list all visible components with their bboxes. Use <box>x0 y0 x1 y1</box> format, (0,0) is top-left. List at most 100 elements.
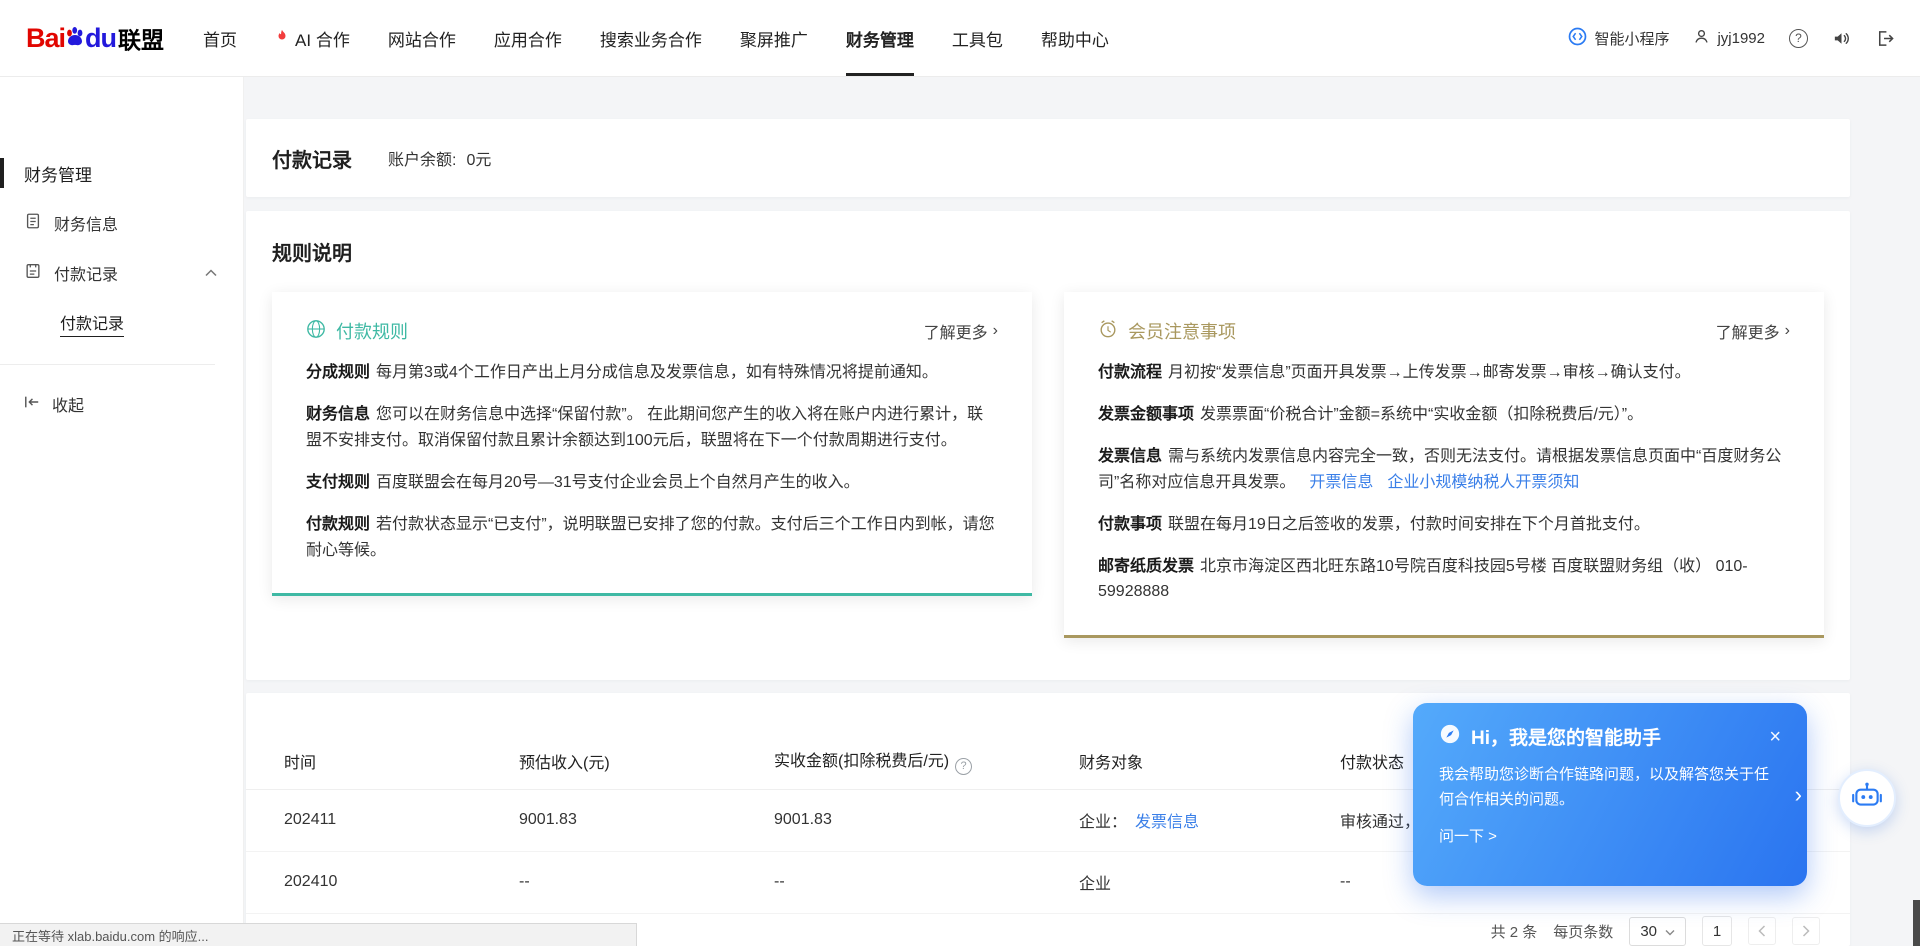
sidebar-subitem-payment-records[interactable]: 付款记录 <box>0 298 243 348</box>
member-notes-title: 会员注意事项 <box>1128 318 1236 344</box>
invoice-info-link[interactable]: 开票信息 <box>1309 474 1373 491</box>
nav-label: 应用合作 <box>494 26 562 51</box>
cell-time: 202410 <box>246 851 519 913</box>
rule-paragraph: 付款流程月初按“发票信息”页面开具发票→上传发票→邮寄发票→审核→确认支付。 <box>1098 360 1790 386</box>
username-label: jyj1992 <box>1717 30 1765 47</box>
sidebar-item-payment-records[interactable]: 付款记录 <box>0 248 243 298</box>
nav-label: 聚屏推广 <box>740 26 808 51</box>
nav-label: 财务管理 <box>846 26 914 51</box>
rule-head: 发票信息 <box>1098 448 1162 465</box>
sidebar-item-label: 财务信息 <box>54 211 118 235</box>
scrollbar-thumb[interactable] <box>1913 900 1920 946</box>
rule-text: 百度联盟会在每月20号—31号支付企业会员上个自然月产生的收入。 <box>376 474 860 491</box>
user-icon <box>1693 28 1710 49</box>
help-icon[interactable]: ? <box>1789 29 1808 48</box>
help-tooltip-icon[interactable]: ? <box>955 758 972 775</box>
mini-program-entry[interactable]: 智能小程序 <box>1568 27 1669 50</box>
logo-text-du: du <box>85 23 116 54</box>
per-page-select[interactable]: 30 <box>1629 917 1686 946</box>
cell-estimated: -- <box>519 851 774 913</box>
rule-text: 发票票面“价税合计”金额=系统中“实收金额（扣除税费后/元）”。 <box>1200 406 1643 423</box>
cell-received: -- <box>774 851 1079 913</box>
question-glyph: ? <box>1795 31 1802 45</box>
nav-item-search-cooperation[interactable]: 搜索业务合作 <box>581 0 721 76</box>
assistant-body-text: 我会帮助您诊断合作链路问题，以及解答您关于任何合作相关的问题。 <box>1439 763 1771 813</box>
rule-text: 北京市海淀区西北旺东路10号院百度科技园5号楼 百度联盟财务组（收） 010-5… <box>1098 558 1748 601</box>
nav-item-home[interactable]: 首页 <box>184 0 256 76</box>
sidebar: 财务管理 财务信息 付款记录 付款记录 收起 <box>0 76 244 946</box>
caret-down-icon <box>1665 923 1675 940</box>
more-label: 了解更多 <box>924 319 988 343</box>
payment-rules-more-link[interactable]: 了解更多 › <box>924 319 998 343</box>
rule-text: 联盟在每月19日之后签收的发票，付款时间安排在下个月首批支付。 <box>1168 516 1650 533</box>
pagination: 共 2 条 每页条数 30 1 <box>1491 916 1820 946</box>
nav-label: 首页 <box>203 26 237 51</box>
ask-now-link[interactable]: 问一下 > <box>1439 825 1497 846</box>
robot-assistant-button[interactable] <box>1838 769 1896 827</box>
member-notes-header: 会员注意事项 了解更多 › <box>1098 318 1790 344</box>
rule-head: 付款事项 <box>1098 516 1162 533</box>
navbar-right: 智能小程序 jyj1992 ? <box>1568 27 1894 50</box>
rule-text: 您可以在财务信息中选择“保留付款”。 在此期间您产生的收入将在账户内进行累计，联… <box>306 406 983 449</box>
rule-head: 付款流程 <box>1098 364 1162 381</box>
top-navbar: Bai du 联盟 首页 AI 合作 网站合作 应用合作 搜索业务合作 聚屏推广… <box>0 0 1920 76</box>
rule-paragraph: 付款规则若付款状态显示“已支付”，说明联盟已安排了您的付款。支付后三个工作日内到… <box>306 512 998 564</box>
rule-head: 支付规则 <box>306 474 370 491</box>
rule-text: 若付款状态显示“已支付”，说明联盟已安排了您的付款。支付后三个工作日内到帐，请您… <box>306 516 995 559</box>
assistant-expand-chevron[interactable]: › <box>1795 782 1802 808</box>
nav-item-toolkit[interactable]: 工具包 <box>933 0 1022 76</box>
summary-card: 付款记录 账户余额: 0元 <box>246 119 1850 197</box>
baidu-union-logo[interactable]: Bai du 联盟 <box>26 21 164 55</box>
status-text: 正在等待 xlab.baidu.com 的响应... <box>12 926 209 945</box>
logo-text-union: 联盟 <box>118 21 164 55</box>
nav-item-ai-cooperation[interactable]: AI 合作 <box>256 0 369 76</box>
browser-status-bar: 正在等待 xlab.baidu.com 的响应... <box>0 923 637 946</box>
member-notes-more-link[interactable]: 了解更多 › <box>1716 319 1790 343</box>
col-header-estimated-income: 预估收入(元) <box>519 733 774 789</box>
nav-label: 网站合作 <box>388 26 456 51</box>
rule-paragraph: 财务信息您可以在财务信息中选择“保留付款”。 在此期间您产生的收入将在账户内进行… <box>306 402 998 454</box>
page-number-current[interactable]: 1 <box>1702 916 1732 946</box>
user-account[interactable]: jyj1992 <box>1693 28 1765 49</box>
sidebar-item-label: 付款记录 <box>54 261 118 285</box>
rule-paragraph: 支付规则百度联盟会在每月20号—31号支付企业会员上个自然月产生的收入。 <box>306 470 998 496</box>
prev-page-button[interactable] <box>1748 917 1776 945</box>
logo-text-bai: Bai <box>26 23 65 54</box>
nav-item-screen-promotion[interactable]: 聚屏推广 <box>721 0 827 76</box>
nav-item-help-center[interactable]: 帮助中心 <box>1022 0 1128 76</box>
col-header-received-amount: 实收金额(扣除税费后/元)? <box>774 733 1079 789</box>
question-glyph: ? <box>961 760 967 772</box>
rule-text: 月初按“发票信息”页面开具发票→上传发票→邮寄发票→审核→确认支付。 <box>1168 364 1691 381</box>
assistant-popup: Hi，我是您的智能助手 × 我会帮助您诊断合作链路问题，以及解答您关于任何合作相… <box>1413 703 1807 886</box>
cell-entity: 企业 <box>1079 851 1340 913</box>
sidebar-collapse-button[interactable]: 收起 <box>0 379 243 429</box>
chevron-right-icon: › <box>1785 322 1790 340</box>
mini-program-icon <box>1568 27 1587 50</box>
next-page-button[interactable] <box>1792 917 1820 945</box>
rule-paragraph: 分成规则每月第3或4个工作日产出上月分成信息及发票信息，如有特殊情况将提前通知。 <box>306 360 998 386</box>
entity-label: 企业 <box>1079 876 1111 893</box>
invoice-info-cell-link[interactable]: 发票信息 <box>1135 814 1199 831</box>
sound-icon[interactable] <box>1832 29 1851 48</box>
main-nav: 首页 AI 合作 网站合作 应用合作 搜索业务合作 聚屏推广 财务管理 工具包 … <box>184 0 1128 76</box>
rule-paragraph: 发票金额事项发票票面“价税合计”金额=系统中“实收金额（扣除税费后/元）”。 <box>1098 402 1790 428</box>
balance-label: 账户余额: <box>388 146 456 170</box>
per-page-label: 每页条数 <box>1553 921 1613 942</box>
receipt-icon <box>24 262 42 285</box>
cell-entity: 企业： 发票信息 <box>1079 789 1340 851</box>
rule-head: 邮寄纸质发票 <box>1098 558 1194 575</box>
nav-item-finance-management[interactable]: 财务管理 <box>827 0 933 76</box>
nav-item-app-cooperation[interactable]: 应用合作 <box>475 0 581 76</box>
cell-estimated: 9001.83 <box>519 789 774 851</box>
rule-paragraph: 邮寄纸质发票北京市海淀区西北旺东路10号院百度科技园5号楼 百度联盟财务组（收）… <box>1098 554 1790 606</box>
nav-item-website-cooperation[interactable]: 网站合作 <box>369 0 475 76</box>
small-taxpayer-notice-link[interactable]: 企业小规模纳税人开票须知 <box>1387 474 1579 491</box>
entity-label: 企业： <box>1079 814 1127 831</box>
collapse-label: 收起 <box>52 392 84 416</box>
sidebar-item-finance-info[interactable]: 财务信息 <box>0 198 243 248</box>
close-icon[interactable]: × <box>1769 727 1781 747</box>
rule-paragraph: 发票信息需与系统内发票信息内容完全一致，否则无法支付。请根据发票信息页面中“百度… <box>1098 444 1790 496</box>
rule-head: 发票金额事项 <box>1098 406 1194 423</box>
flame-icon <box>275 28 289 49</box>
logout-icon[interactable] <box>1875 29 1894 48</box>
